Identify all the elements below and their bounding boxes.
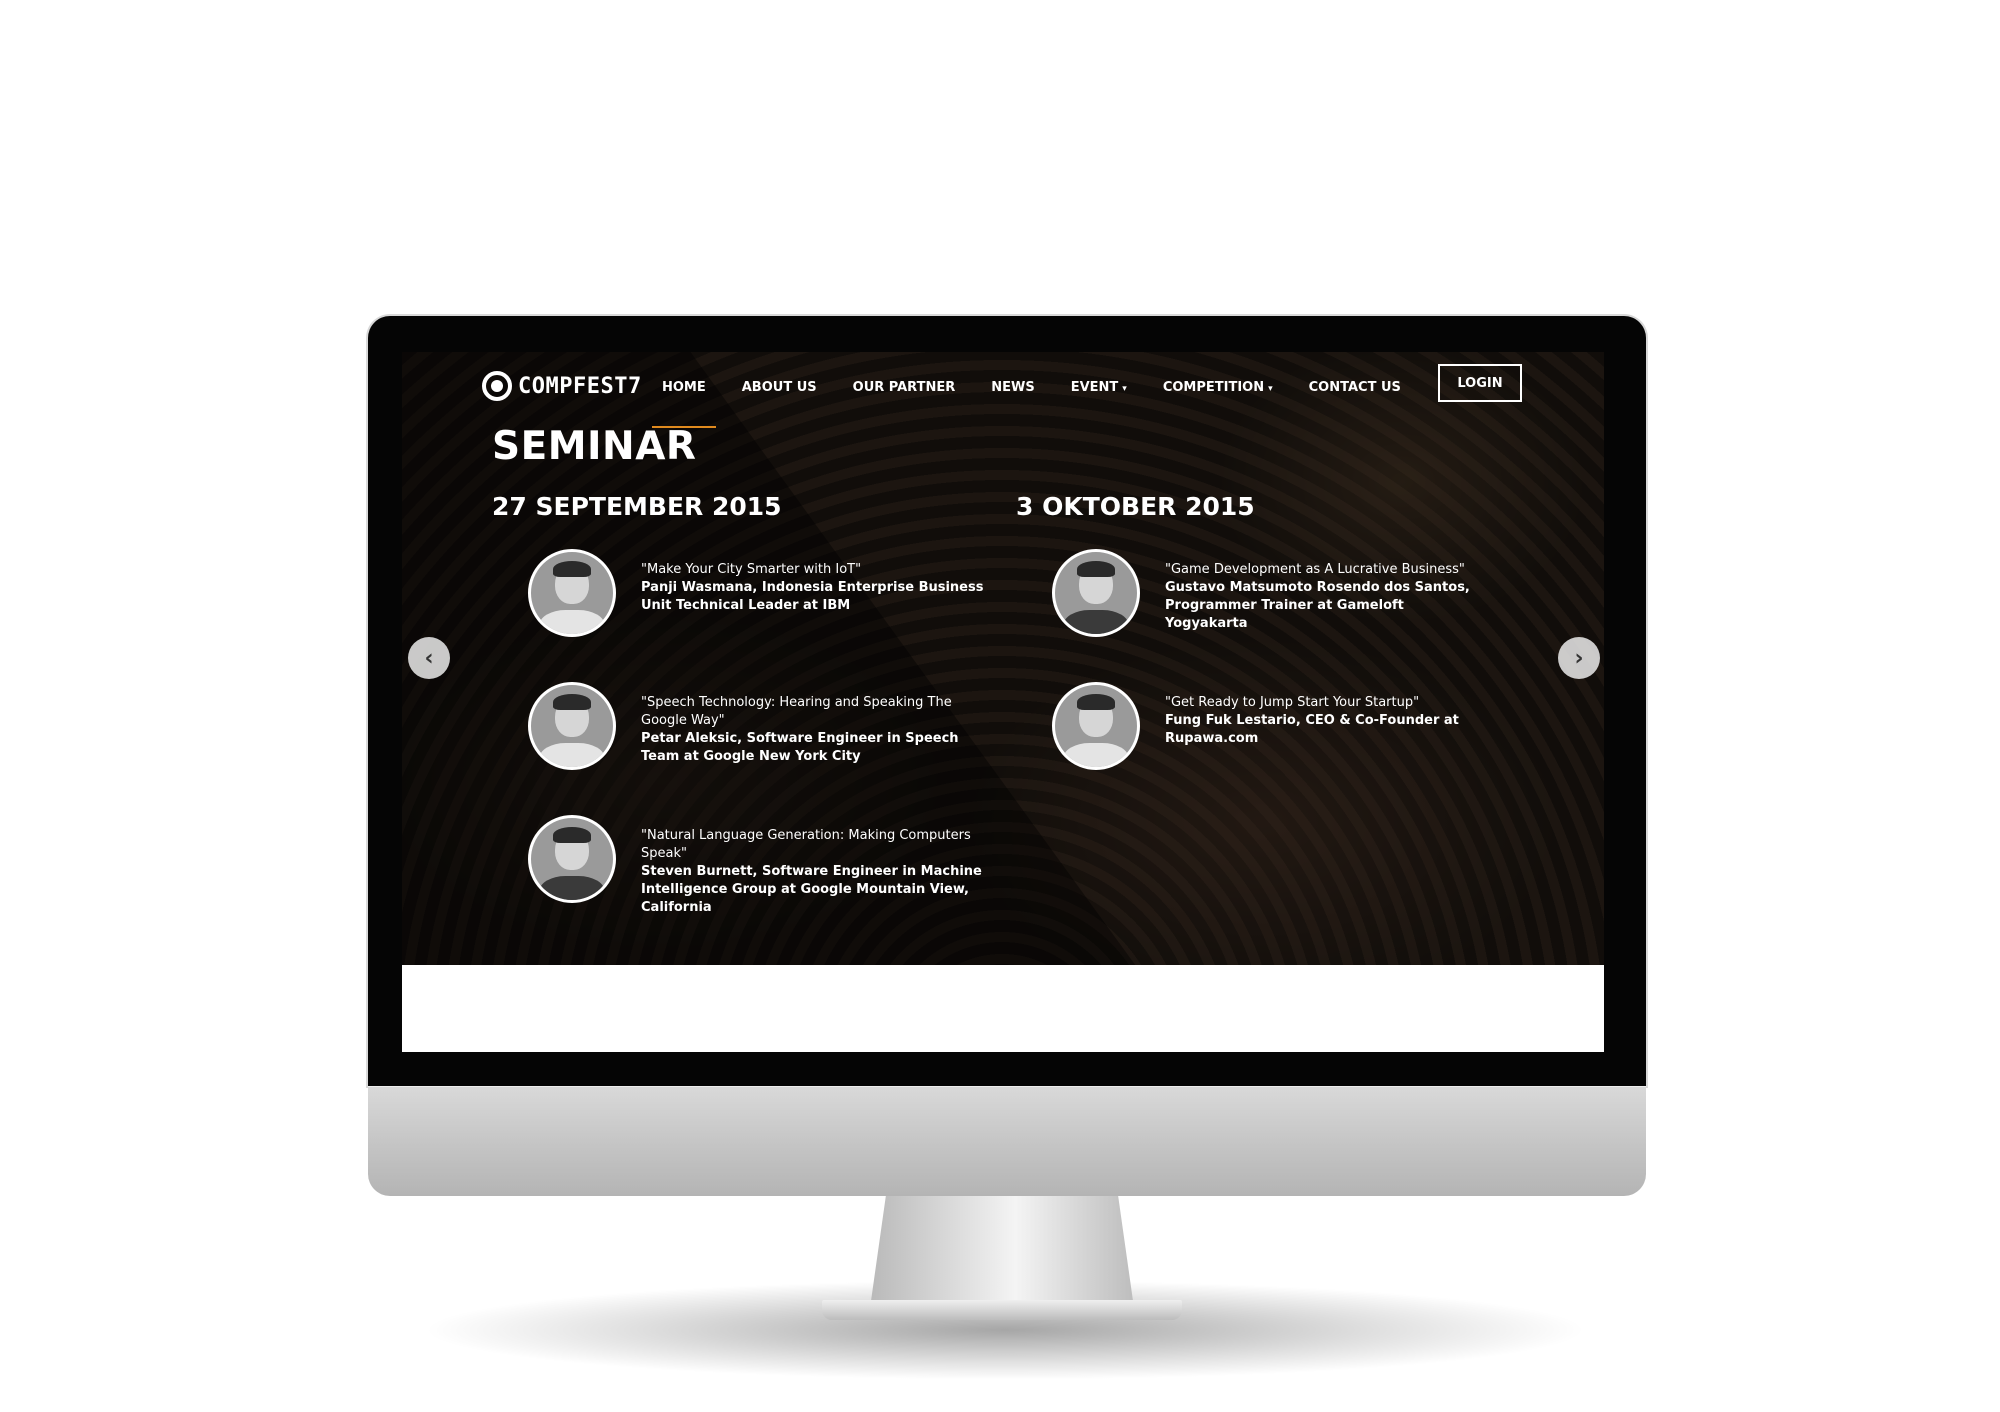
speaker-topic: "Make Your City Smarter with IoT" xyxy=(641,562,862,577)
nav-item-label: CONTACT US xyxy=(1308,379,1401,395)
carousel-prev-button[interactable]: ‹ xyxy=(408,637,450,679)
chevron-left-icon: ‹ xyxy=(424,645,434,671)
speaker-avatar xyxy=(528,815,616,903)
nav-item-label: ABOUT US xyxy=(741,379,817,395)
monitor-chin xyxy=(368,1086,1646,1196)
speaker-item: "Get Ready to Jump Start Your Startup" F… xyxy=(1052,682,1476,815)
main-nav: HOME ABOUT US OUR PARTNER NEWS EVENT ▾ CO… xyxy=(652,352,1437,428)
nav-item-our-partner[interactable]: OUR PARTNER xyxy=(853,380,956,395)
speaker-avatar xyxy=(1052,682,1140,770)
nav-item-about-us[interactable]: ABOUT US xyxy=(742,380,817,395)
speaker-name: Panji Wasmana, Indonesia Enterprise Busi… xyxy=(641,580,984,613)
caret-down-icon: ▾ xyxy=(1122,383,1127,394)
nav-item-label: EVENT xyxy=(1070,379,1119,395)
nav-item-label: OUR PARTNER xyxy=(852,379,956,395)
compfest-logo[interactable]: COMPFEST7 xyxy=(482,366,642,406)
page-title: SEMINAR xyxy=(492,424,697,469)
schedule-day-2: 3 OKTOBER 2015 "Game Development as A Lu… xyxy=(1016,492,1476,815)
schedule-date: 3 OKTOBER 2015 xyxy=(1016,492,1255,521)
compfest-logo-icon xyxy=(482,371,512,401)
speaker-topic: "Natural Language Generation: Making Com… xyxy=(641,828,971,861)
nav-item-contact-us[interactable]: CONTACT US xyxy=(1309,380,1401,395)
speaker-name: Steven Burnett, Software Engineer in Mac… xyxy=(641,864,982,915)
nav-item-label: COMPETITION xyxy=(1162,379,1265,395)
speaker-avatar xyxy=(1052,549,1140,637)
speaker-item: "Natural Language Generation: Making Com… xyxy=(528,815,992,948)
schedule-day-1: 27 SEPTEMBER 2015 "Make Your City Smarte… xyxy=(492,492,992,948)
nav-item-competition[interactable]: COMPETITION ▾ xyxy=(1163,380,1273,395)
login-button[interactable]: LOGIN xyxy=(1438,364,1522,402)
hero-section: COMPFEST7 HOME ABOUT US OUR PARTNER NEWS… xyxy=(402,352,1604,965)
carousel-next-button[interactable]: › xyxy=(1558,637,1600,679)
logo-text: COMPFEST7 xyxy=(518,373,642,399)
nav-item-event[interactable]: EVENT ▾ xyxy=(1071,380,1127,395)
speaker-topic: "Game Development as A Lucrative Busines… xyxy=(1165,562,1465,577)
speaker-item: "Make Your City Smarter with IoT" Panji … xyxy=(528,549,992,682)
nav-item-label: HOME xyxy=(662,379,706,395)
speaker-name: Petar Aleksic, Software Engineer in Spee… xyxy=(641,731,959,764)
speaker-topic: "Get Ready to Jump Start Your Startup" xyxy=(1165,695,1420,710)
monitor-screen: COMPFEST7 HOME ABOUT US OUR PARTNER NEWS… xyxy=(402,352,1604,1052)
monitor-stand-foot xyxy=(822,1300,1182,1320)
nav-item-news[interactable]: NEWS xyxy=(991,380,1034,395)
speaker-name: Fung Fuk Lestario, CEO & Co-Founder at R… xyxy=(1165,713,1459,746)
speaker-item: "Game Development as A Lucrative Busines… xyxy=(1052,549,1476,682)
chevron-right-icon: › xyxy=(1574,645,1584,671)
speaker-avatar xyxy=(528,549,616,637)
monitor-stand-neck xyxy=(870,1196,1134,1308)
speaker-topic: "Speech Technology: Hearing and Speaking… xyxy=(641,695,952,728)
nav-item-home[interactable]: HOME xyxy=(652,379,716,428)
nav-item-label: NEWS xyxy=(991,379,1035,395)
speaker-name: Gustavo Matsumoto Rosendo dos Santos, Pr… xyxy=(1165,580,1470,631)
caret-down-icon: ▾ xyxy=(1268,383,1273,394)
schedule-date: 27 SEPTEMBER 2015 xyxy=(492,492,782,521)
speaker-item: "Speech Technology: Hearing and Speaking… xyxy=(528,682,992,815)
speaker-avatar xyxy=(528,682,616,770)
